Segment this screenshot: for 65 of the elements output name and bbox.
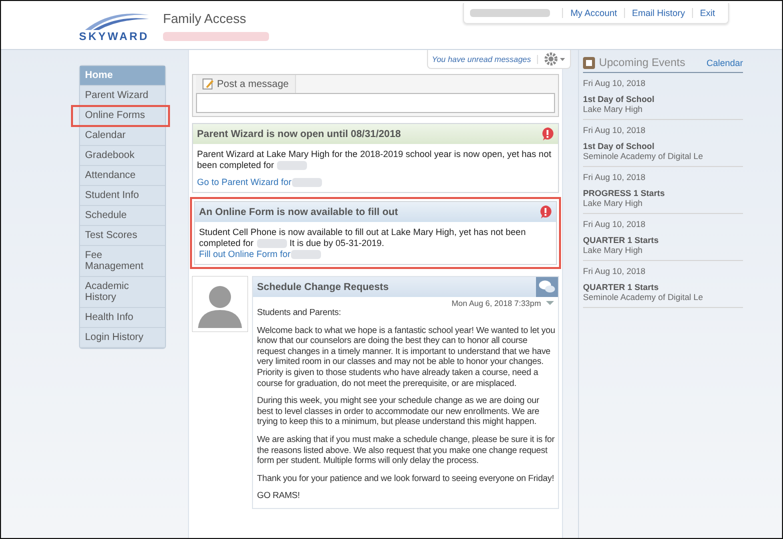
nav-item[interactable]: Health Info	[80, 308, 165, 328]
notice-text: been completed for	[197, 160, 274, 171]
event-date: Fri Aug 10, 2018	[583, 219, 646, 229]
event-location: Seminole Academy of Digital Le	[583, 292, 704, 302]
header-link[interactable]: Exit	[692, 8, 722, 18]
notice-title: Parent Wizard is now open until 08/31/2018	[197, 128, 401, 140]
message-paragraph: We are asking that if you must make a schedule change, please be sure it is for the reasons listed above. We also request that you make one change request form per student. Multiple forms will only delay the process.	[257, 434, 556, 466]
message-timestamp: Mon Aug 6, 2018 7:33pm	[452, 298, 541, 308]
event-date: Fri Aug 10, 2018	[583, 125, 646, 135]
event-title: 1st Day of School	[583, 141, 656, 151]
event-date: Fri Aug 10, 2018	[583, 172, 646, 182]
redacted-block	[277, 161, 308, 170]
header-link[interactable]: Email History	[624, 8, 692, 18]
redacted-block	[290, 250, 321, 260]
nav-item[interactable]: Online Forms	[72, 106, 169, 126]
notice-link[interactable]: Fill out Online Form for	[199, 249, 291, 259]
message-paragraph: Welcome back to what we hope is a fantastic school year! We wanted to let you know that our counselors are doing the best they can to honor all course request changes in a timely manner. It is important to understand that we have very limited room in our classes and may not be able to honor your changes. Priority is given to those students who have already taken a course, need a course for graduation, do not meet the prerequisite, or are misplaced.	[257, 324, 556, 388]
notice-text: It is due by 05-31-2019.	[290, 238, 384, 249]
notice-link[interactable]: Go to Parent Wizard for	[197, 177, 292, 187]
logo-text: SKYWARD	[79, 31, 150, 43]
header-link[interactable]: My Account	[562, 8, 624, 18]
nav-item[interactable]: Attendance	[80, 166, 165, 186]
nav-item[interactable]: Login History	[80, 328, 165, 348]
notice-text: completed for	[199, 238, 254, 249]
nav-item[interactable]: Calendar	[80, 126, 165, 146]
event-title: 1st Day of School	[583, 94, 656, 104]
message-input-field[interactable]	[196, 93, 555, 113]
chat-bubbles-icon[interactable]	[536, 277, 558, 297]
avatar-silhouette-icon	[192, 276, 248, 332]
nav-item[interactable]: Parent Wizard	[80, 86, 165, 106]
message-paragraph: Thank you for your patience and we look forward to seeing everyone on Friday!	[257, 472, 556, 484]
event-title: QUARTER 1 Starts	[583, 282, 660, 292]
event-date: Fri Aug 10, 2018	[583, 78, 646, 88]
event-location: Lake Mary High	[583, 198, 644, 208]
event-location: Lake Mary High	[583, 104, 644, 114]
notice-text: Student Cell Phone is now available to fill out at Lake Mary High, yet has not been	[199, 227, 527, 238]
notice-title: An Online Form is now available to fill out	[199, 206, 398, 218]
settings-icon[interactable]	[544, 52, 566, 66]
event-date: Fri Aug 10, 2018	[583, 266, 646, 276]
nav-item[interactable]: Gradebook	[80, 146, 165, 166]
alert-icon	[539, 205, 552, 219]
notice-text: Parent Wizard at Lake Mary High for the 2018-2019 school year is now open, yet has not	[197, 149, 552, 160]
post-message-tab[interactable]: Post a message	[196, 75, 296, 93]
nav-item[interactable]: Fee Management	[80, 246, 165, 277]
message-paragraph: GO RAMS!	[257, 490, 301, 501]
event-title: PROGRESS 1 Starts	[583, 188, 666, 198]
events-title: Upcoming Events	[599, 57, 686, 69]
event-title: QUARTER 1 Starts	[583, 235, 660, 245]
calendar-icon	[583, 57, 595, 69]
nav-item[interactable]: Test Scores	[80, 226, 165, 246]
redacted-block	[256, 239, 287, 248]
event-location: Lake Mary High	[583, 245, 644, 255]
app-title: Family Access	[163, 11, 248, 26]
nav-item[interactable]: Academic History	[80, 277, 165, 308]
nav-item[interactable]: Schedule	[80, 206, 165, 226]
note-pencil-icon	[202, 78, 214, 90]
redacted-block	[292, 178, 322, 188]
calendar-link[interactable]: Calendar	[706, 58, 743, 68]
alert-icon	[541, 127, 554, 141]
message-title: Schedule Change Requests	[257, 282, 389, 292]
event-location: Seminole Academy of Digital Le	[583, 151, 704, 161]
nav-item[interactable]: Student Info	[80, 186, 165, 206]
message-paragraph: Students and Parents:	[257, 307, 342, 318]
unread-messages-link[interactable]: You have unread messages	[432, 54, 538, 64]
message-paragraph: During this week, you might see your schedule change as we are doing our best to level classes in order to accommodate our new enrollments. We are trying to keep this to a minimum, but please understand this might happen.	[257, 395, 540, 427]
